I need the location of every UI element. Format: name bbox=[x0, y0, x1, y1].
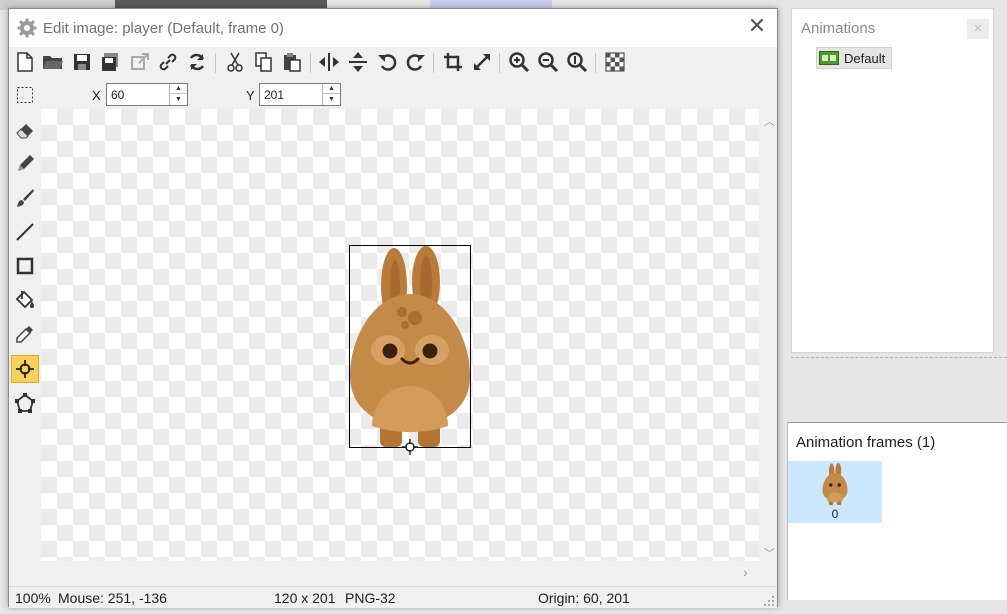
status-zoom: 100% bbox=[15, 590, 51, 606]
close-icon: ✕ bbox=[747, 13, 767, 38]
flip-vertical-icon[interactable] bbox=[346, 50, 370, 74]
spin-up-icon[interactable]: ▲ bbox=[323, 84, 340, 94]
y-value: 201 bbox=[264, 88, 285, 102]
status-origin: Origin: 60, 201 bbox=[538, 590, 630, 606]
toolbar-separator bbox=[595, 53, 596, 73]
transparency-icon[interactable] bbox=[603, 50, 627, 74]
spin-up-icon[interactable]: ▲ bbox=[170, 84, 187, 94]
panel-divider[interactable] bbox=[791, 357, 1007, 358]
frame-number: 0 bbox=[831, 507, 839, 521]
sprite-image bbox=[350, 246, 470, 447]
crop-icon[interactable] bbox=[441, 50, 465, 74]
rotate-right-icon[interactable] bbox=[404, 50, 428, 74]
select-icon[interactable] bbox=[11, 81, 39, 109]
toolbar-separator bbox=[215, 53, 216, 73]
gear-icon bbox=[17, 18, 37, 38]
close-button[interactable]: ✕ bbox=[747, 15, 767, 37]
save-icon[interactable] bbox=[70, 50, 94, 74]
frame-thumbnail-image bbox=[822, 463, 848, 505]
copy-icon[interactable] bbox=[252, 50, 276, 74]
vertical-scrollbar[interactable]: ︿ ﹀ bbox=[759, 109, 779, 561]
scroll-down-icon[interactable]: ﹀ bbox=[764, 545, 775, 561]
animation-item-default[interactable]: Default bbox=[816, 47, 893, 69]
x-field[interactable]: 60 ▲ ▼ bbox=[106, 83, 188, 106]
paste-icon[interactable] bbox=[280, 50, 304, 74]
open-icon[interactable] bbox=[41, 50, 65, 74]
x-value: 60 bbox=[111, 88, 125, 102]
toolbar-separator bbox=[310, 53, 311, 73]
refresh-icon[interactable] bbox=[185, 50, 209, 74]
new-icon[interactable] bbox=[13, 50, 37, 74]
y-field[interactable]: 201 ▲ ▼ bbox=[259, 83, 341, 106]
edit-image-dialog: Edit image: player (Default, frame 0) ✕ … bbox=[8, 8, 779, 608]
resize-icon[interactable] bbox=[470, 50, 494, 74]
export-icon[interactable] bbox=[128, 50, 152, 74]
coordinate-bar: X 60 ▲ ▼ Y 201 ▲ ▼ bbox=[9, 82, 777, 108]
line-icon[interactable] bbox=[11, 218, 39, 246]
frames-header: Animation frames (1) bbox=[796, 434, 936, 451]
toolbar-separator bbox=[499, 53, 500, 73]
scroll-up-icon[interactable]: ︿ bbox=[764, 113, 775, 129]
animations-header: Animations bbox=[801, 20, 876, 37]
dialog-title: Edit image: player (Default, frame 0) bbox=[43, 19, 284, 37]
x-label: X bbox=[92, 88, 101, 103]
x-spinner[interactable]: ▲ ▼ bbox=[169, 84, 187, 105]
fill-icon[interactable] bbox=[11, 286, 39, 314]
y-label: Y bbox=[246, 88, 255, 103]
animations-panel: Animations ✕ Default bbox=[791, 8, 994, 353]
status-format: PNG-32 bbox=[345, 590, 396, 606]
eraser-icon[interactable] bbox=[11, 116, 39, 144]
scroll-right-icon[interactable]: › bbox=[743, 564, 748, 580]
pencil-icon[interactable] bbox=[11, 150, 39, 178]
horizontal-scrollbar[interactable]: › bbox=[41, 561, 759, 581]
zoom-actual-icon[interactable] bbox=[565, 50, 589, 74]
image-canvas[interactable] bbox=[41, 109, 759, 561]
zoom-out-icon[interactable] bbox=[536, 50, 560, 74]
spin-down-icon[interactable]: ▼ bbox=[323, 94, 340, 104]
animation-label: Default bbox=[844, 50, 886, 66]
origin-marker-icon bbox=[402, 439, 418, 455]
flip-horizontal-icon[interactable] bbox=[317, 50, 341, 74]
panel-close-button[interactable]: ✕ bbox=[967, 19, 989, 39]
link-icon[interactable] bbox=[156, 50, 180, 74]
close-icon: ✕ bbox=[973, 23, 983, 35]
origin-icon[interactable] bbox=[11, 355, 39, 383]
sprite-bounds bbox=[349, 245, 471, 455]
tool-panel bbox=[9, 79, 41, 584]
rectangle-icon[interactable] bbox=[11, 252, 39, 280]
rotate-left-icon[interactable] bbox=[375, 50, 399, 74]
eyedropper-icon[interactable] bbox=[11, 320, 39, 348]
status-bar: 100% Mouse: 251, -136 120 x 201 PNG-32 O… bbox=[9, 586, 777, 608]
toolbar bbox=[9, 47, 777, 77]
animation-icon bbox=[819, 51, 839, 65]
save-as-icon[interactable] bbox=[99, 50, 123, 74]
zoom-in-icon[interactable] bbox=[507, 50, 531, 74]
toolbar-separator bbox=[433, 53, 434, 73]
brush-icon[interactable] bbox=[11, 184, 39, 212]
collision-mask-icon[interactable] bbox=[11, 390, 39, 418]
frame-thumbnail[interactable]: 0 bbox=[788, 461, 882, 523]
resize-grip-icon[interactable] bbox=[763, 595, 775, 607]
y-spinner[interactable]: ▲ ▼ bbox=[322, 84, 340, 105]
status-size: 120 x 201 bbox=[274, 590, 336, 606]
title-bar[interactable]: Edit image: player (Default, frame 0) ✕ bbox=[9, 9, 777, 47]
spin-down-icon[interactable]: ▼ bbox=[170, 94, 187, 104]
status-mouse: Mouse: 251, -136 bbox=[58, 590, 167, 606]
cut-icon[interactable] bbox=[223, 50, 247, 74]
animation-frames-panel: Animation frames (1) 0 bbox=[787, 422, 1007, 600]
